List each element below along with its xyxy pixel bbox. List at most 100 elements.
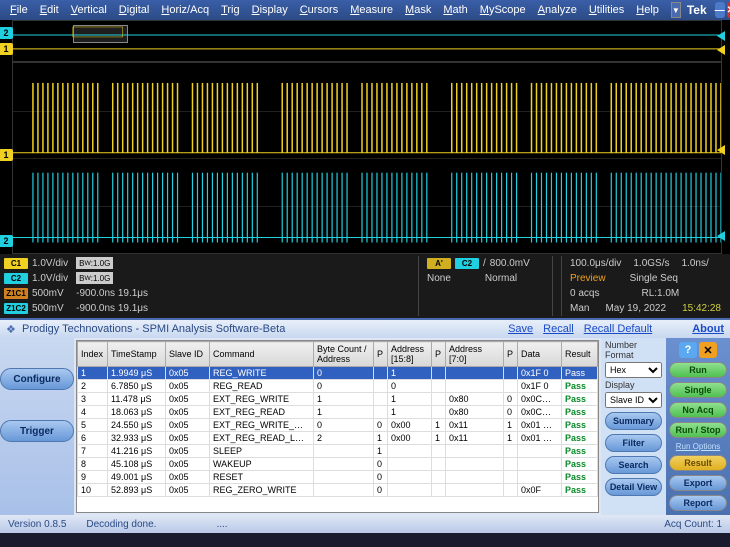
trigger-src-badge: C2 bbox=[455, 258, 479, 269]
num-format-label: Number Format bbox=[605, 340, 662, 360]
menu-analyze[interactable]: Analyze bbox=[532, 2, 583, 18]
panel-close-button[interactable]: ✕ bbox=[699, 342, 717, 358]
timebase-rl: RL:1.0M bbox=[641, 288, 679, 299]
run-stop-button[interactable]: Run / Stop bbox=[669, 422, 727, 438]
table-row[interactable]: 11.9949 μS0x05REG_WRITE010x1F 0Pass bbox=[78, 367, 598, 380]
menu-bar: FileEditVerticalDigitalHoriz/AcqTrigDisp… bbox=[0, 0, 730, 20]
ch-offset: -900.0ns 19.1μs bbox=[76, 288, 148, 299]
menu-measure[interactable]: Measure bbox=[344, 2, 399, 18]
col-header[interactable]: Data bbox=[518, 342, 562, 367]
table-row[interactable]: 524.550 μS0x05EXT_REG_WRITE_…000x0010x11… bbox=[78, 419, 598, 432]
menu-vertical[interactable]: Vertical bbox=[65, 2, 113, 18]
table-row[interactable]: 311.478 μS0x05EXT_REG_WRITE110x8000x0C…P… bbox=[78, 393, 598, 406]
panel-icon: ❖ bbox=[6, 323, 18, 335]
menu-display[interactable]: Display bbox=[246, 2, 294, 18]
col-header[interactable]: TimeStamp bbox=[108, 342, 166, 367]
col-header[interactable]: Address [15:8] bbox=[388, 342, 432, 367]
menu-help[interactable]: Help bbox=[630, 2, 665, 18]
configure-button[interactable]: Configure bbox=[0, 368, 74, 390]
timebase-acqs: 0 acqs bbox=[570, 288, 599, 299]
menu-file[interactable]: File bbox=[4, 2, 34, 18]
ch-badge: Z1C2 bbox=[4, 303, 28, 314]
ch1-zoom-marker: 1 bbox=[0, 149, 13, 161]
col-header[interactable]: Address [7:0] bbox=[446, 342, 504, 367]
timebase-res: 1.0ns/ bbox=[682, 258, 709, 269]
menu-utilities[interactable]: Utilities bbox=[583, 2, 630, 18]
menu-mask[interactable]: Mask bbox=[399, 2, 437, 18]
ch2-zoom-marker: 2 bbox=[0, 235, 13, 247]
timebase-hdiv: 100.0μs/div bbox=[570, 258, 621, 269]
save-link[interactable]: Save bbox=[508, 323, 533, 335]
overview-waveform[interactable]: 2 1 bbox=[12, 20, 722, 62]
minimize-button[interactable]: — bbox=[715, 2, 725, 18]
zoom-waveform[interactable]: 1 2 bbox=[12, 62, 722, 254]
display-select[interactable]: Slave ID bbox=[605, 392, 662, 408]
bw-label: BW:1.0G bbox=[76, 272, 113, 284]
panel-title-text: Prodigy Technovations - SPMI Analysis So… bbox=[22, 323, 285, 335]
scope-container: 2 1 1 2 bbox=[0, 20, 730, 254]
display-label: Display bbox=[605, 380, 662, 390]
single-button[interactable]: Single bbox=[669, 382, 727, 398]
export-button[interactable]: Export bbox=[669, 475, 727, 491]
trigger-button[interactable]: Trigger bbox=[0, 420, 74, 442]
result-button[interactable]: Result bbox=[669, 455, 727, 471]
table-row[interactable]: 632.933 μS0x05EXT_REG_READ_L…210x0010x11… bbox=[78, 432, 598, 445]
menu-myscope[interactable]: MyScope bbox=[474, 2, 532, 18]
timebase-preview: Preview bbox=[570, 273, 606, 284]
brand-label: Tek bbox=[687, 3, 707, 17]
readout-timebase: 100.0μs/div 1.0GS/s 1.0ns/ Preview Singl… bbox=[561, 256, 726, 316]
analysis-panel: ❖ Prodigy Technovations - SPMI Analysis … bbox=[0, 318, 730, 533]
col-header[interactable]: P bbox=[504, 342, 518, 367]
menu-edit[interactable]: Edit bbox=[34, 2, 65, 18]
no-acq-button[interactable]: No Acq bbox=[669, 402, 727, 418]
col-header[interactable]: Byte Count / Address bbox=[314, 342, 374, 367]
menu-dropdown-icon[interactable]: ▼ bbox=[671, 2, 681, 18]
col-header[interactable]: Slave ID bbox=[166, 342, 210, 367]
table-row[interactable]: 949.001 μS0x05RESET0Pass bbox=[78, 471, 598, 484]
timebase-mode: Man bbox=[570, 303, 589, 314]
menu-cursors[interactable]: Cursors bbox=[294, 2, 345, 18]
readout-channels: C11.0V/divC21.0V/divZ1C1500mVZ1C2500mV bbox=[4, 256, 68, 316]
panel-help-button[interactable]: ? bbox=[679, 342, 697, 358]
num-format-select[interactable]: Hex bbox=[605, 362, 662, 378]
zoom-trace bbox=[13, 63, 721, 254]
col-header[interactable]: P bbox=[374, 342, 388, 367]
status-version: Version 0.8.5 bbox=[8, 519, 66, 530]
timebase-date: May 19, 2022 bbox=[605, 303, 666, 314]
recall-link[interactable]: Recall bbox=[543, 323, 574, 335]
timebase-seq: Single Seq bbox=[630, 273, 678, 284]
panel-side-buttons: ? ✕ Run Single No Acq Run / Stop Run Opt… bbox=[666, 338, 730, 515]
overview-trace bbox=[13, 21, 721, 63]
detail-view-button[interactable]: Detail View bbox=[605, 478, 662, 496]
summary-button[interactable]: Summary bbox=[605, 412, 662, 430]
table-row[interactable]: 26.7850 μS0x05REG_READ000x1F 0Pass bbox=[78, 380, 598, 393]
menu-digital[interactable]: Digital bbox=[113, 2, 156, 18]
run-button[interactable]: Run bbox=[669, 362, 727, 378]
menu-trig[interactable]: Trig bbox=[215, 2, 246, 18]
col-header[interactable]: Index bbox=[78, 342, 108, 367]
col-header[interactable]: P bbox=[432, 342, 446, 367]
search-button[interactable]: Search bbox=[605, 456, 662, 474]
ch-scale: 500mV bbox=[32, 303, 64, 314]
close-button[interactable]: ✕ bbox=[727, 2, 730, 18]
col-header[interactable]: Result bbox=[562, 342, 598, 367]
readout-bw: BW:1.0GBW:1.0G-900.0ns 19.1μs-900.0ns 19… bbox=[76, 256, 148, 316]
ch-badge: C1 bbox=[4, 258, 28, 269]
timebase-time: 15:42:28 bbox=[682, 303, 721, 314]
table-row[interactable]: 845.108 μS0x05WAKEUP0Pass bbox=[78, 458, 598, 471]
filter-button[interactable]: Filter bbox=[605, 434, 662, 452]
table-row[interactable]: 418.063 μS0x05EXT_REG_READ110x8000x0C…Pa… bbox=[78, 406, 598, 419]
trigger-a-badge: A' bbox=[427, 258, 451, 269]
recall-default-link[interactable]: Recall Default bbox=[584, 323, 652, 335]
menu-horizacq[interactable]: Horiz/Acq bbox=[155, 2, 215, 18]
report-button[interactable]: Report bbox=[669, 495, 727, 511]
table-row[interactable]: 741.216 μS0x05SLEEP1Pass bbox=[78, 445, 598, 458]
status-decoding: Decoding done. bbox=[86, 519, 156, 530]
about-link[interactable]: About bbox=[692, 323, 724, 335]
run-options-link[interactable]: Run Options bbox=[676, 442, 720, 451]
col-header[interactable]: Command bbox=[210, 342, 314, 367]
decode-table[interactable]: IndexTimeStampSlave IDCommandByte Count … bbox=[76, 340, 599, 513]
table-row[interactable]: 1052.893 μS0x05REG_ZERO_WRITE00x0FPass bbox=[78, 484, 598, 497]
status-acq-count: Acq Count: 1 bbox=[664, 519, 722, 530]
menu-math[interactable]: Math bbox=[437, 2, 473, 18]
